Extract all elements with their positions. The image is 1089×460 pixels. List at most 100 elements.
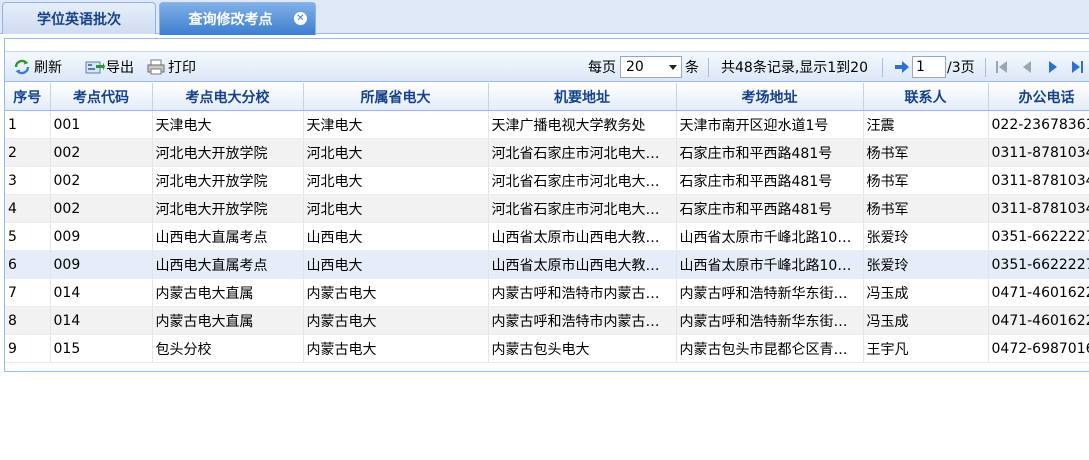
table-cell: 8	[5, 306, 51, 335]
table-cell: 2	[5, 138, 51, 167]
column-header[interactable]: 考点电大分校	[152, 83, 304, 111]
table-cell: 山西省太原市山西电大教…	[488, 250, 677, 279]
tab-label: 查询修改考点	[188, 12, 273, 28]
column-header[interactable]: 办公电话	[988, 83, 1089, 111]
tab-query-edit-sites[interactable]: 查询修改考点 ✕	[159, 2, 316, 35]
table-row[interactable]: 1 001 天津电大 天津电大 天津广播电视大学教务处 天津市南开区迎水道1号 汪震 022-…	[5, 110, 1089, 139]
table-cell: 杨书军	[863, 138, 989, 167]
table-cell: 内蒙古包头电大	[488, 334, 677, 363]
prev-page-icon[interactable]	[1019, 60, 1035, 74]
table-cell: 3	[5, 166, 51, 195]
table-cell: 0472-6987016	[988, 334, 1089, 363]
table-cell: 河北省石家庄市河北电大…	[488, 194, 677, 223]
next-page-icon[interactable]	[1045, 60, 1061, 74]
table-row[interactable]: 2 002 河北电大开放学院 河北电大 河北省石家庄市河北电大… 石家庄市和平西路481号…	[5, 138, 1089, 167]
table-cell: 天津市南开区迎水道1号	[676, 110, 864, 139]
table-cell: 河北电大开放学院	[152, 138, 304, 167]
table-cell: 张爱玲	[863, 250, 989, 279]
table-cell: 7	[5, 278, 51, 307]
data-grid: 序号 考点代码 考点电大分校 所属省电大 机要地址 考场地址 联系人 办公电话 …	[5, 83, 1089, 363]
table-cell: 内蒙古电大	[303, 306, 489, 335]
table-cell: 天津广播电视大学教务处	[488, 110, 677, 139]
per-page-label: 每页	[588, 60, 616, 76]
table-cell: 山西省太原市千峰北路10…	[676, 222, 864, 251]
table-cell: 山西电大	[303, 222, 489, 251]
table-cell: 汪震	[863, 110, 989, 139]
table-cell: 包头分校	[152, 334, 304, 363]
table-row[interactable]: 6 009 山西电大直属考点 山西电大 山西省太原市山西电大教… 山西省太原市千峰北路10…	[5, 250, 1089, 279]
refresh-icon	[13, 59, 31, 75]
table-cell: 山西电大直属考点	[152, 250, 304, 279]
table-cell: 009	[50, 222, 153, 251]
table-cell: 002	[50, 138, 153, 167]
table-cell: 014	[50, 278, 153, 307]
table-cell: 王宇凡	[863, 334, 989, 363]
table-cell: 009	[50, 250, 153, 279]
column-header[interactable]: 考点代码	[50, 83, 153, 111]
table-cell: 0471-4601622	[988, 306, 1089, 335]
separator	[882, 58, 883, 77]
per-page-select[interactable]: 20	[620, 56, 682, 78]
total-pages: /3页	[947, 60, 975, 76]
table-cell: 河北省石家庄市河北电大…	[488, 166, 677, 195]
table-row[interactable]: 7 014 内蒙古电大直属 内蒙古电大 内蒙古呼和浩特市内蒙古… 内蒙古呼和浩特新华东街……	[5, 278, 1089, 307]
column-header[interactable]: 机要地址	[488, 83, 677, 111]
table-cell: 天津电大	[303, 110, 489, 139]
table-cell: 河北电大	[303, 194, 489, 223]
table-cell: 6	[5, 250, 51, 279]
page-number-input[interactable]: 1	[912, 56, 946, 78]
table-cell: 0311-8781034	[988, 138, 1089, 167]
table-cell: 0351-6622227	[988, 222, 1089, 251]
page-number-value: 1	[916, 59, 925, 75]
table-row[interactable]: 8 014 内蒙古电大直属 内蒙古电大 内蒙古呼和浩特市内蒙古… 内蒙古呼和浩特新华东街……	[5, 306, 1089, 335]
table-header-row: 序号 考点代码 考点电大分校 所属省电大 机要地址 考场地址 联系人 办公电话	[5, 83, 1089, 111]
arrow-right-icon[interactable]	[894, 60, 910, 74]
table-cell: 022-23678361	[988, 110, 1089, 139]
column-header[interactable]: 所属省电大	[303, 83, 489, 111]
table-cell: 内蒙古电大直属	[152, 306, 304, 335]
export-button[interactable]: 导出	[85, 57, 134, 77]
table-cell: 山西省太原市山西电大教…	[488, 222, 677, 251]
close-icon[interactable]: ✕	[294, 12, 307, 25]
table-cell: 河北电大	[303, 138, 489, 167]
export-label: 导出	[106, 60, 134, 76]
table-cell: 001	[50, 110, 153, 139]
table-cell: 冯玉成	[863, 306, 989, 335]
table-cell: 内蒙古电大	[303, 334, 489, 363]
column-header[interactable]: 考场地址	[676, 83, 864, 111]
tab-strip: 学位英语批次 查询修改考点 ✕	[0, 0, 1089, 35]
separator	[985, 58, 986, 77]
table-cell: 1	[5, 110, 51, 139]
table-cell: 山西电大直属考点	[152, 222, 304, 251]
table-cell: 河北电大开放学院	[152, 194, 304, 223]
table-cell: 冯玉成	[863, 278, 989, 307]
table-row[interactable]: 5 009 山西电大直属考点 山西电大 山西省太原市山西电大教… 山西省太原市千峰北路10…	[5, 222, 1089, 251]
table-cell: 石家庄市和平西路481号	[676, 166, 864, 195]
table-cell: 9	[5, 334, 51, 363]
table-row[interactable]: 3 002 河北电大开放学院 河北电大 河北省石家庄市河北电大… 石家庄市和平西路481号…	[5, 166, 1089, 195]
table-cell: 内蒙古电大直属	[152, 278, 304, 307]
divider	[4, 371, 1089, 372]
column-header[interactable]: 联系人	[863, 83, 989, 111]
table-cell: 内蒙古呼和浩特新华东街…	[676, 306, 864, 335]
table-cell: 内蒙古呼和浩特市内蒙古…	[488, 278, 677, 307]
refresh-button[interactable]: 刷新	[13, 57, 62, 77]
table-cell: 天津电大	[152, 110, 304, 139]
tab-degree-english-batch[interactable]: 学位英语批次	[2, 2, 156, 34]
last-page-icon[interactable]	[1069, 60, 1085, 74]
print-label: 打印	[168, 60, 196, 76]
table-cell: 内蒙古包头市昆都仑区青…	[676, 334, 864, 363]
table-cell: 0351-6622227	[988, 250, 1089, 279]
table-row[interactable]: 4 002 河北电大开放学院 河北电大 河北省石家庄市河北电大… 石家庄市和平西路481号…	[5, 194, 1089, 223]
first-page-icon[interactable]	[994, 60, 1010, 74]
record-summary: 共48条记录,显示1到20	[721, 60, 868, 76]
table-cell: 015	[50, 334, 153, 363]
per-page-unit: 条	[685, 60, 699, 76]
print-button[interactable]: 打印	[147, 57, 196, 77]
column-header[interactable]: 序号	[5, 83, 51, 111]
table-cell: 张爱玲	[863, 222, 989, 251]
table-row[interactable]: 9 015 包头分校 内蒙古电大 内蒙古包头电大 内蒙古包头市昆都仑区青… 王宇凡 0472-…	[5, 334, 1089, 363]
sites-table: 序号 考点代码 考点电大分校 所属省电大 机要地址 考场地址 联系人 办公电话 …	[5, 83, 1089, 363]
table-cell: 山西省太原市千峰北路10…	[676, 250, 864, 279]
table-cell: 石家庄市和平西路481号	[676, 194, 864, 223]
